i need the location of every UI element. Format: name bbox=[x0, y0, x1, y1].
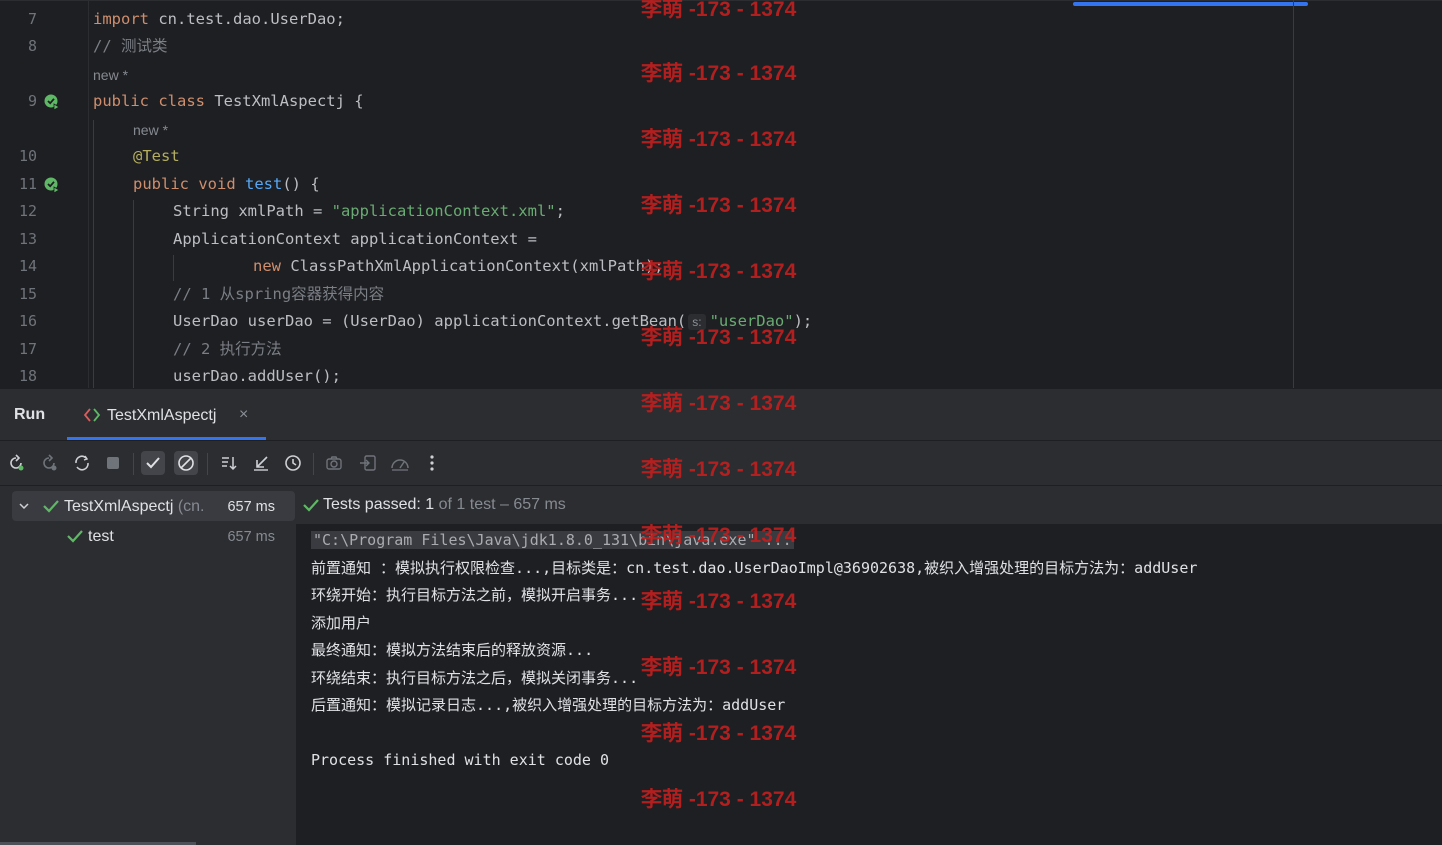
duration: 657 ms bbox=[227, 529, 275, 545]
console-line: 环绕结束：执行目标方法之后，模拟关闭事务... bbox=[311, 669, 639, 687]
watermark-text: 李萌 -173 - 1374 bbox=[641, 656, 797, 679]
watermark-text: 李萌 -173 - 1374 bbox=[641, 392, 797, 415]
code-comment[interactable]: // 1 从spring容器获得内容 bbox=[173, 281, 384, 308]
chevron-down-icon[interactable] bbox=[18, 499, 30, 517]
watermark-text: 李萌 -173 - 1374 bbox=[641, 128, 797, 151]
code-text[interactable]: import cn.test.dao.UserDao; bbox=[93, 6, 345, 33]
code-text[interactable]: public void test() { bbox=[133, 171, 320, 198]
test-config-icon bbox=[83, 407, 101, 428]
screenshot-icon[interactable] bbox=[322, 451, 346, 475]
toggle-auto-test-icon[interactable] bbox=[70, 451, 94, 475]
code-line-9: 9 public class TestXmlAspectj { bbox=[0, 88, 1442, 115]
line-number: 18 bbox=[18, 367, 37, 385]
console-line: 添加用户 bbox=[311, 614, 372, 632]
more-options-icon[interactable] bbox=[420, 451, 444, 475]
watermark-text: 李萌 -173 - 1374 bbox=[641, 458, 797, 481]
test-status-text: Tests passed: 1 of 1 test – 657 ms bbox=[323, 496, 566, 513]
code-line-15: 15 // 1 从spring容器获得内容 bbox=[0, 281, 1442, 308]
run-test-icon[interactable] bbox=[44, 94, 60, 111]
import-tests-icon[interactable] bbox=[249, 451, 273, 475]
tab-testxmlaspectj[interactable]: TestXmlAspectj × bbox=[67, 389, 266, 440]
duration: 657 ms bbox=[227, 499, 275, 515]
code-comment[interactable]: // 测试类 bbox=[93, 33, 168, 60]
coverage-icon[interactable] bbox=[388, 451, 412, 475]
code-text[interactable]: new ClassPathXmlApplicationContext(xmlPa… bbox=[253, 253, 664, 280]
watermark-text: 李萌 -173 - 1374 bbox=[641, 590, 797, 613]
line-number: 17 bbox=[18, 340, 37, 358]
test-results-tree: TestXmlAspectj (cn. 657 ms test 657 ms bbox=[0, 486, 295, 845]
console-line: 后置通知：模拟记录日志...,被织入增强处理的目标方法为：addUser bbox=[311, 696, 786, 714]
toolbar-separator bbox=[313, 453, 314, 475]
watermark-text: 李萌 -173 - 1374 bbox=[641, 326, 797, 349]
test-history-icon[interactable] bbox=[281, 451, 305, 475]
check-icon bbox=[42, 498, 60, 519]
console-exit-line: Process finished with exit code 0 bbox=[311, 751, 610, 769]
run-test-icon[interactable] bbox=[44, 177, 60, 194]
check-icon bbox=[66, 528, 84, 549]
tree-node-label: test bbox=[88, 528, 114, 545]
code-text[interactable]: String xmlPath = "applicationContext.xml… bbox=[173, 198, 565, 225]
code-line-18: 18 userDao.addUser(); bbox=[0, 363, 1442, 388]
line-number: 8 bbox=[27, 37, 37, 55]
code-annotation[interactable]: @Test bbox=[133, 143, 180, 170]
console-output[interactable]: Tests passed: 1 of 1 test – 657 ms "C:\P… bbox=[296, 486, 1442, 845]
console-line: 前置通知 ：模拟执行权限检查...,目标类是：cn.test.dao.UserD… bbox=[311, 559, 1198, 577]
check-icon bbox=[302, 497, 320, 518]
watermark-text: 李萌 -173 - 1374 bbox=[641, 0, 797, 21]
export-icon[interactable] bbox=[356, 451, 380, 475]
sort-alphabetically-icon[interactable] bbox=[217, 451, 241, 475]
tree-node-testxmlaspectj[interactable]: TestXmlAspectj (cn. 657 ms bbox=[12, 491, 295, 521]
watermark-text: 李萌 -173 - 1374 bbox=[641, 524, 797, 547]
toolbar-separator bbox=[133, 453, 134, 475]
rerun-icon[interactable] bbox=[4, 451, 28, 475]
line-number: 13 bbox=[18, 230, 37, 248]
line-number: 9 bbox=[27, 92, 37, 110]
watermark-text: 李萌 -173 - 1374 bbox=[641, 788, 797, 811]
tree-node-label: TestXmlAspectj (cn. bbox=[64, 498, 205, 515]
run-window-title: Run bbox=[14, 406, 46, 423]
author-hint[interactable]: new * bbox=[93, 62, 128, 89]
line-number: 16 bbox=[18, 312, 37, 330]
watermark-text: 李萌 -173 - 1374 bbox=[641, 62, 797, 85]
code-text[interactable]: userDao.addUser(); bbox=[173, 363, 341, 388]
close-tab-icon[interactable]: × bbox=[239, 406, 248, 424]
code-text[interactable]: public class TestXmlAspectj { bbox=[93, 88, 364, 115]
console-line: 环绕开始：执行目标方法之前，模拟开启事务... bbox=[311, 586, 639, 604]
tab-label: TestXmlAspectj bbox=[107, 407, 217, 424]
stop-icon[interactable] bbox=[101, 451, 125, 475]
code-comment[interactable]: // 2 执行方法 bbox=[173, 336, 282, 363]
code-line-8: 8 // 测试类 bbox=[0, 33, 1442, 60]
show-ignored-icon[interactable] bbox=[174, 451, 198, 475]
line-number: 14 bbox=[18, 257, 37, 275]
watermark-text: 李萌 -173 - 1374 bbox=[641, 260, 797, 283]
watermark-text: 李萌 -173 - 1374 bbox=[641, 722, 797, 745]
rerun-failed-icon[interactable] bbox=[37, 451, 61, 475]
line-number: 7 bbox=[27, 10, 37, 28]
toolbar-separator bbox=[207, 453, 208, 475]
code-text[interactable]: ApplicationContext applicationContext = bbox=[173, 226, 537, 253]
line-number: 15 bbox=[18, 285, 37, 303]
tree-node-test[interactable]: test 657 ms bbox=[12, 521, 295, 551]
line-number: 11 bbox=[18, 175, 37, 193]
line-number: 10 bbox=[18, 147, 37, 165]
author-hint[interactable]: new * bbox=[133, 117, 168, 144]
watermark-text: 李萌 -173 - 1374 bbox=[641, 194, 797, 217]
console-line: 最终通知：模拟方法结束后的释放资源... bbox=[311, 641, 594, 659]
show-passed-icon[interactable] bbox=[141, 451, 165, 475]
line-number: 12 bbox=[18, 202, 37, 220]
code-line-13: 13 ApplicationContext applicationContext… bbox=[0, 226, 1442, 253]
test-status-bar: Tests passed: 1 of 1 test – 657 ms bbox=[296, 486, 1442, 524]
